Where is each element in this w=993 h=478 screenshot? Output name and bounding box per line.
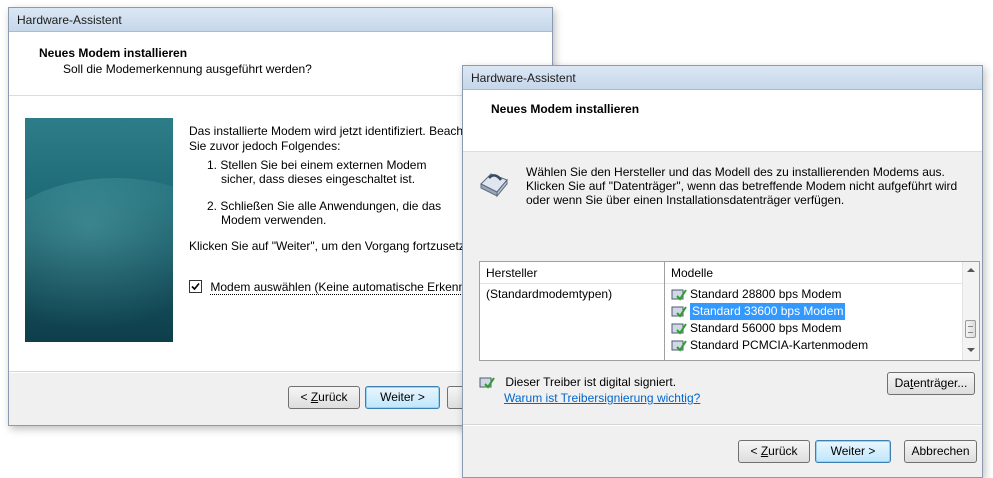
header-title: Neues Modem installieren <box>39 46 188 60</box>
models-listbox[interactable]: Modelle Standard 28800 bps Modem Standar… <box>664 261 980 361</box>
window-title: Hardware-Assistent <box>463 66 982 90</box>
driver-signing-link[interactable]: Warum ist Treibersignierung wichtig? <box>504 391 700 405</box>
wizard-side-graphic <box>25 118 173 342</box>
signed-text: Dieser Treiber ist digital signiert. <box>505 375 677 389</box>
signed-driver-icon <box>671 289 687 301</box>
intro-text: Das installierte Modem wird jetzt identi… <box>189 124 480 153</box>
modem-select-checkbox[interactable]: Modem auswählen (Keine automatische Erke… <box>189 280 490 295</box>
checkbox-label: Modem auswählen (Keine automatische Erke… <box>210 280 490 295</box>
models-scrollbar[interactable] <box>962 262 979 360</box>
models-header: Modelle <box>665 262 979 284</box>
continue-text: Klicken Sie auf "Weiter", um den Vorgang… <box>189 239 482 253</box>
step-1: 1. Stellen Sie bei einem externen Modem … <box>207 158 427 186</box>
manufacturer-listbox[interactable]: Hersteller (Standardmodemtypen) <box>479 261 665 361</box>
models-list: Standard 28800 bps Modem Standard 33600 … <box>665 284 979 354</box>
list-item-selected[interactable]: Standard 33600 bps Modem <box>665 303 979 320</box>
checkbox-box[interactable] <box>189 280 202 293</box>
header-title: Neues Modem installieren <box>491 102 640 116</box>
step-2: 2. Schließen Sie alle Anwendungen, die d… <box>207 199 442 227</box>
have-disk-button[interactable]: Datenträger... <box>887 372 975 395</box>
footer-separator <box>463 424 982 426</box>
list-item[interactable]: Standard 56000 bps Modem <box>665 320 979 337</box>
cancel-button[interactable]: Abbrechen <box>904 440 977 463</box>
checkmark-icon <box>191 282 200 291</box>
list-item[interactable]: Standard PCMCIA-Kartenmodem <box>665 337 979 354</box>
manufacturer-header: Hersteller <box>480 262 664 284</box>
next-button[interactable]: Weiter > <box>365 386 440 409</box>
scroll-up-arrow-icon[interactable] <box>967 268 975 272</box>
signed-driver-icon <box>479 377 495 389</box>
hardware-assistant-window-front: Hardware-Assistent Neues Modem installie… <box>462 65 983 478</box>
back-button[interactable]: < Zurück <box>738 440 810 463</box>
back-button[interactable]: < Zurück <box>288 386 360 409</box>
window-title: Hardware-Assistent <box>9 8 552 32</box>
next-button[interactable]: Weiter > <box>815 440 891 463</box>
wizard-header: Neues Modem installieren <box>463 90 982 152</box>
modem-icon <box>475 170 511 198</box>
scroll-down-arrow-icon[interactable] <box>967 348 975 352</box>
signed-driver-row: Dieser Treiber ist digital signiert. <box>479 375 676 389</box>
list-item[interactable]: Standard 28800 bps Modem <box>665 286 979 303</box>
signed-driver-icon <box>671 323 687 335</box>
description-text: Wählen Sie den Hersteller und das Modell… <box>526 165 958 207</box>
manufacturer-item[interactable]: (Standardmodemtypen) <box>480 286 664 303</box>
scroll-thumb[interactable] <box>965 320 976 338</box>
signed-driver-icon <box>671 306 687 318</box>
signed-driver-icon <box>671 340 687 352</box>
